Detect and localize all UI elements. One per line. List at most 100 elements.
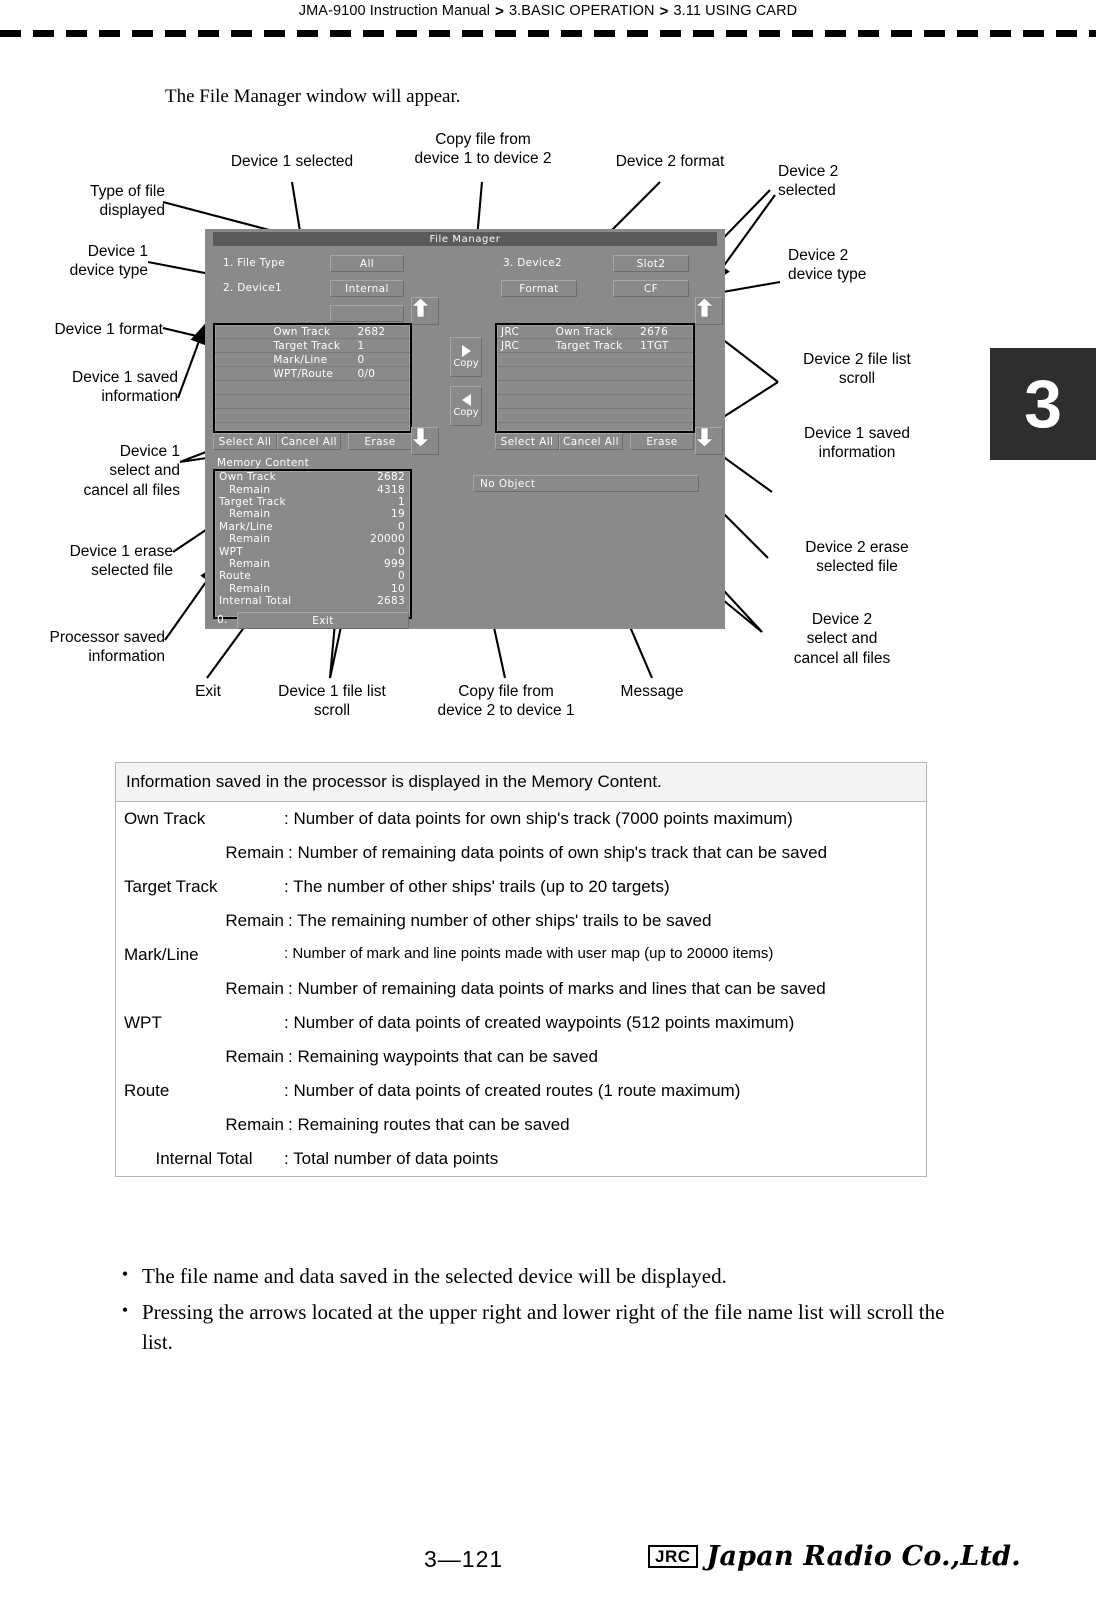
desc-term: Remain [225,911,284,930]
list-item-empty[interactable] [497,353,693,367]
device2-select-all-button[interactable]: Select All [495,433,559,450]
intro-text: The File Manager window will appear. [165,86,461,107]
device1-select-all-button[interactable]: Select All [213,433,277,450]
file-manager-window: File Manager 1. File Type All 2. Device1… [205,229,725,629]
device1-cancel-all-button[interactable]: Cancel All [277,433,341,450]
file-type: Target Track [273,339,341,352]
list-item[interactable]: Own Track 2682 [215,325,410,339]
device1-file-list[interactable]: Own Track 2682 Target Track 1 Mark/Line … [213,323,412,433]
memory-value: 1 [398,495,405,508]
file-name: JRC [501,325,520,338]
file-value: 0/0 [357,367,376,380]
desc-term: Mark/Line [124,945,199,964]
list-item[interactable]: Mark/Line 0 [215,353,410,367]
header-dashed-rule [0,30,1096,37]
copy-device2-to-device1-button[interactable]: Copy [450,386,482,426]
device2-file-list[interactable]: JRC Own Track 2676 JRC Target Track 1TGT [495,323,695,433]
bullet-text: The file name and data saved in the sele… [142,1264,727,1288]
table-row: Remain : Number of remaining data points… [116,836,926,870]
file-type-value[interactable]: All [330,255,404,272]
file-value: 2682 [357,325,386,338]
file-name: JRC [501,339,520,352]
memory-value: 2682 [377,471,405,484]
page-header: JMA-9100 Instruction Manual > 3.BASIC OP… [0,0,1096,22]
list-item-empty[interactable] [497,395,693,409]
list-item[interactable]: Target Track 1 [215,339,410,353]
list-item[interactable]: JRC Own Track 2676 [497,325,693,339]
file-type: Mark/Line [273,353,328,366]
memory-value: 0 [398,520,405,533]
table-row: Remain : Number of remaining data points… [116,972,926,1006]
memory-row: Remain 999 [215,558,410,570]
header-separator-2: > [659,2,669,20]
device2-format-button[interactable]: Format [501,280,577,297]
device2-cancel-all-button[interactable]: Cancel All [559,433,623,450]
table-row: WPT : Number of data points of created w… [116,1006,926,1040]
device2-scroll-down-button[interactable] [695,427,723,455]
device1-value[interactable]: Internal [330,280,404,297]
list-item[interactable]: WPT/Route 0/0 [215,367,410,381]
copy-device1-to-device2-button[interactable]: Copy [450,337,482,377]
device1-erase-button[interactable]: Erase [348,433,412,450]
exit-button[interactable]: Exit [237,612,409,629]
file-value: 1 [357,339,365,352]
memory-row: Remain 10 [215,583,410,595]
arrow-down-icon [412,428,429,447]
arrow-up-icon [696,298,713,317]
memory-value: 10 [391,582,405,595]
list-item-empty[interactable] [215,423,410,431]
table-row: Remain : The remaining number of other s… [116,904,926,938]
desc-text: : Number of data points of created waypo… [284,1013,795,1032]
device2-format-value[interactable]: CF [613,280,689,297]
desc-term: WPT [124,1013,162,1032]
list-item-empty[interactable] [497,409,693,423]
desc-term: Internal Total [155,1149,253,1168]
file-value: 2676 [640,325,669,338]
desc-text: : The number of other ships' trails (up … [284,877,670,896]
list-item-empty[interactable] [215,409,410,423]
callout-copy-device2-to-device1: Copy file from device 2 to device 1 [437,683,575,720]
callout-copy-device1-to-device2: Copy file from device 1 to device 2 [414,131,552,168]
device2-label: 3. Device2 [503,257,562,269]
device1-scroll-down-button[interactable] [411,427,439,455]
list-item-empty[interactable] [497,381,693,395]
memory-value: 0 [398,545,405,558]
memory-content-description-table: Information saved in the processor is di… [115,762,927,1177]
desc-text: : Number of data points for own ship's t… [284,809,793,828]
callout-device1-select-cancel-all: Device 1 select and cancel all files [83,443,181,499]
header-separator-1: > [495,2,504,20]
callout-device2-selected: Device 2 selected [778,163,839,200]
memory-content-box: Own Track 2682 Remain 4318 Target Track 1 R… [213,469,412,619]
memory-label: Remain [229,483,271,496]
header-manual: JMA-9100 Instruction Manual [298,3,491,19]
memory-label: Mark/Line [219,520,274,533]
device2-erase-button[interactable]: Erase [630,433,694,450]
memory-row: Target Track 1 [215,496,410,508]
list-item[interactable]: JRC Target Track 1TGT [497,339,693,353]
memory-value: 4318 [377,483,405,496]
list-item-empty[interactable] [215,395,410,409]
footer-logo: JRC Japan Radio Co.,Ltd. [648,1541,1021,1572]
device1-format-value[interactable] [330,305,404,322]
memory-label: Internal Total [219,595,292,608]
device1-scroll-up-button[interactable] [411,297,439,325]
list-item-empty[interactable] [497,367,693,381]
memory-content-label: Memory Content [217,457,309,469]
memory-value: 19 [391,508,405,521]
memory-label: Route [219,570,251,583]
message-area: No Object [473,475,699,492]
company-name: Japan Radio Co.,Ltd. [706,1541,1021,1572]
header-section: 3.11 USING CARD [673,3,798,19]
memory-row: Mark/Line 0 [215,521,410,533]
device2-value[interactable]: Slot2 [613,255,689,272]
header-chapter: 3.BASIC OPERATION [508,3,655,19]
callout-device1-format: Device 1 format [54,321,163,338]
bullet-list: • The file name and data saved in the se… [108,1262,968,1363]
device2-scroll-up-button[interactable] [695,297,723,325]
table-row: Remain : Remaining routes that can be sa… [116,1108,926,1142]
list-item-empty[interactable] [215,381,410,395]
table-row: Mark/Line : Number of mark and line poin… [116,938,926,972]
list-item-empty[interactable] [497,423,693,431]
memory-row: Remain 4318 [215,483,410,496]
jrc-logo-mark: JRC [648,1544,698,1569]
